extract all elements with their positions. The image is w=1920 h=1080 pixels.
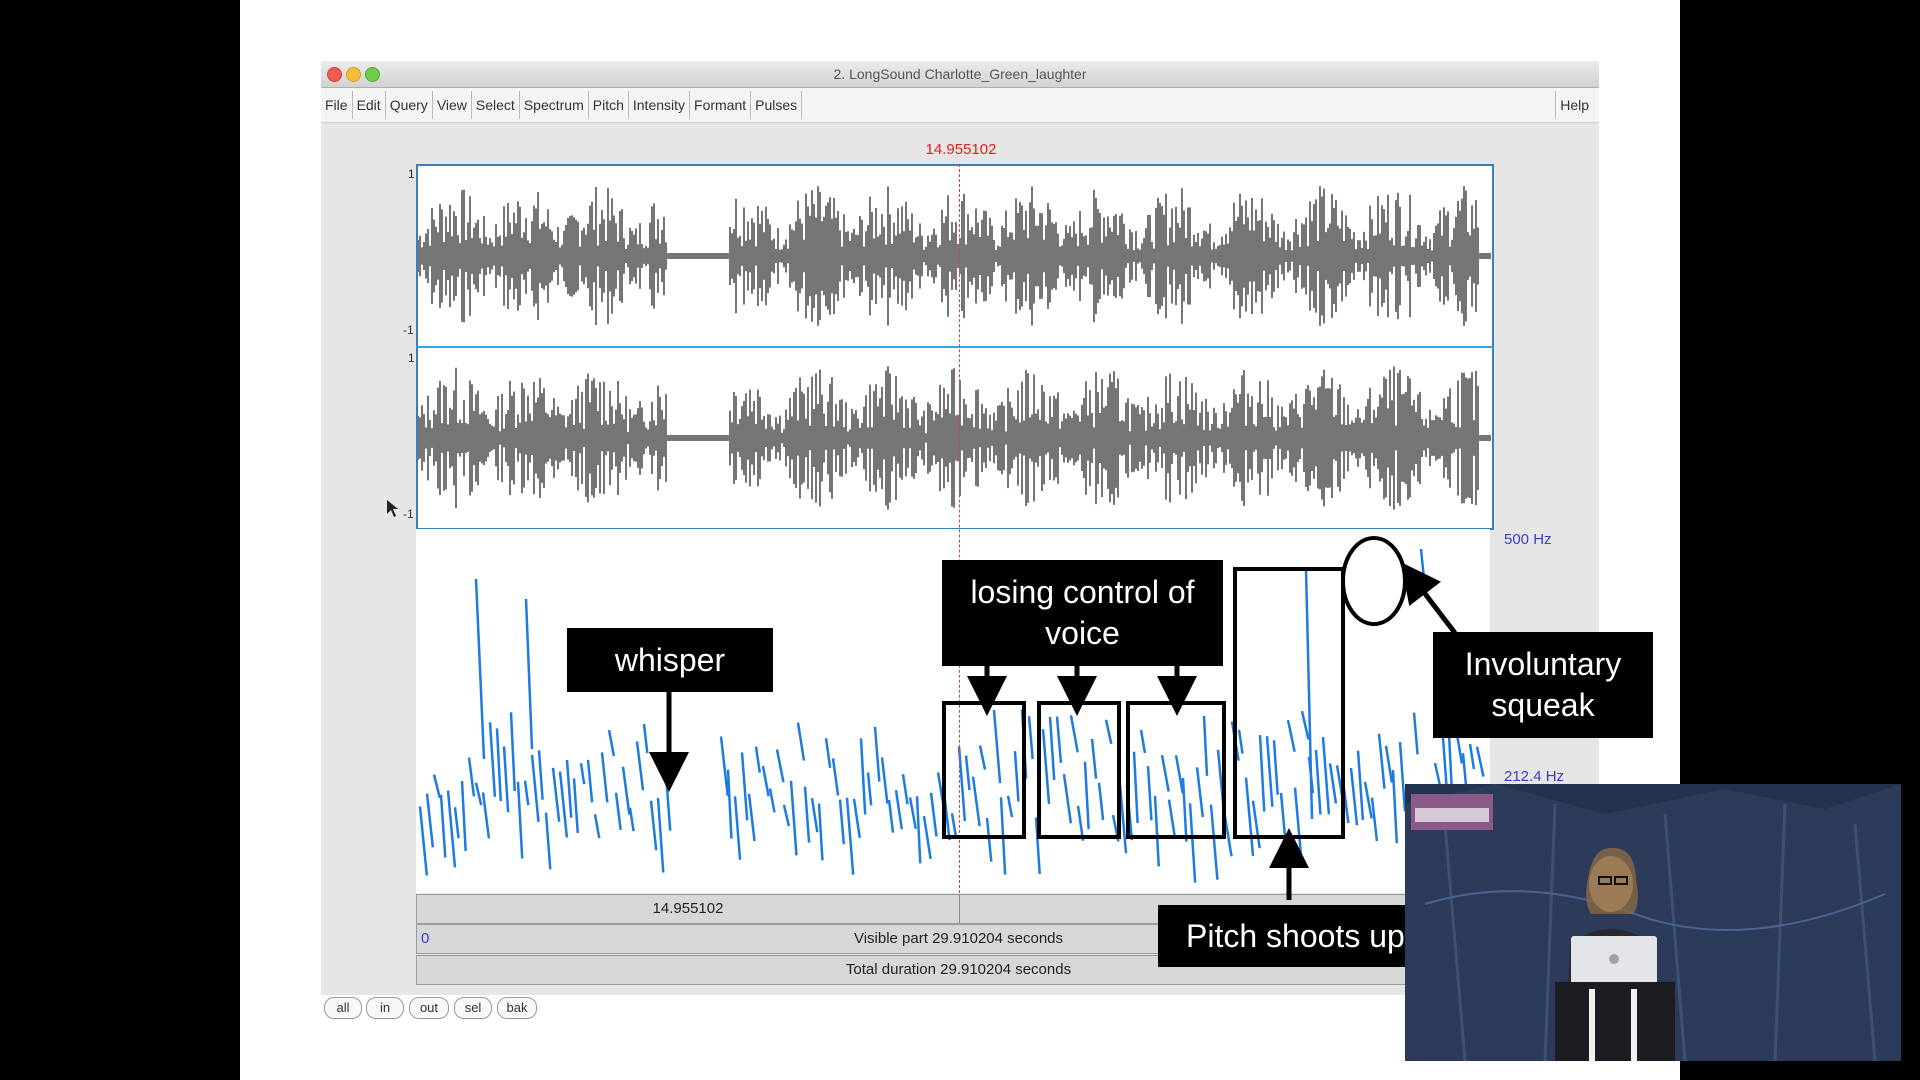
whisper-text: whisper [614,641,726,678]
losing-box-2 [1037,701,1121,839]
losing-control-text-2: voice [1045,615,1120,651]
losing-box-3 [1126,701,1226,839]
losing-control-text-1: losing control of [970,574,1195,610]
involuntary-text-2: squeak [1491,687,1595,723]
speaker-video-frame [1405,784,1901,1061]
involuntary-squeak-callout: Involuntary squeak [1433,632,1653,738]
podium [1555,982,1675,1061]
squeak-circle [1341,536,1407,626]
losing-box-1 [942,701,1026,839]
speaker-video-inset [1405,784,1901,1061]
pitch-shoots-up-callout: Pitch shoots up [1158,905,1408,967]
losing-control-callout: losing control of voice [942,560,1223,666]
whisper-callout: whisper [567,628,773,692]
pitch-shoots-box [1233,567,1345,839]
squeak-arrow [1400,562,1457,635]
pitch-shoots-text: Pitch shoots up [1186,917,1405,954]
involuntary-text-1: Involuntary [1464,646,1622,682]
